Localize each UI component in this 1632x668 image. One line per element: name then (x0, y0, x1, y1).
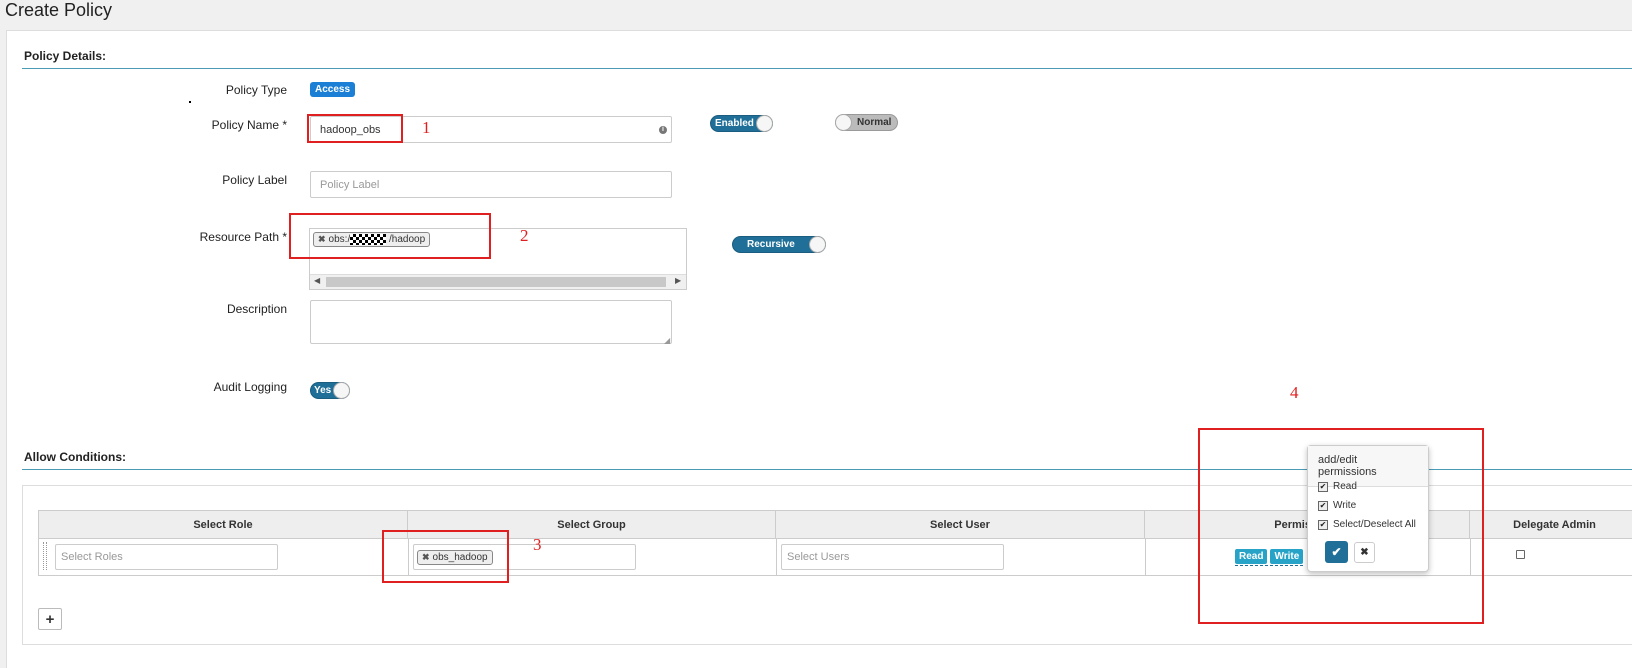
audit-logging-label: Audit Logging (213, 380, 287, 394)
recursive-toggle[interactable]: Recursive (732, 236, 826, 253)
select-users-placeholder: Select Users (787, 551, 850, 563)
column-header-role: Select Role (39, 511, 408, 538)
stray-dot (189, 101, 191, 103)
annotation-number-4: 4 (1290, 383, 1299, 402)
normal-toggle-label: Normal (857, 117, 892, 128)
scroll-right-icon[interactable]: ▶ (675, 276, 681, 285)
toggle-knob (835, 114, 852, 131)
policy-label-placeholder: Policy Label (320, 178, 380, 191)
page-title: Create Policy (5, 0, 113, 20)
cell-divider (1145, 538, 1146, 576)
resource-path-label: Resource Path * (199, 230, 287, 244)
annotation-number-1: 1 (422, 118, 431, 137)
policy-name-label: Policy Name * (211, 118, 287, 132)
column-header-user: Select User (776, 511, 1145, 538)
policy-details-divider (22, 68, 1632, 69)
add-condition-button[interactable]: + (38, 608, 62, 630)
policy-label-input[interactable]: Policy Label (310, 171, 672, 198)
select-roles-placeholder: Select Roles (61, 551, 123, 563)
audit-logging-toggle-label: Yes (314, 385, 332, 396)
delegate-admin-checkbox[interactable] (1516, 550, 1525, 559)
policy-details-title: Policy Details: (24, 49, 107, 63)
toggle-knob (809, 236, 826, 253)
toggle-knob (756, 115, 773, 132)
horizontal-scrollbar[interactable]: ◀ ▶ (310, 274, 686, 289)
resize-handle-icon[interactable]: ◢ (664, 336, 670, 345)
description-label: Description (226, 302, 287, 316)
annotation-box-2 (289, 213, 491, 259)
annotation-box-4 (1198, 428, 1484, 624)
policy-label-label: Policy Label (222, 173, 287, 187)
annotation-box-1 (307, 114, 403, 143)
enabled-toggle[interactable]: Enabled (710, 115, 773, 132)
annotation-box-3 (382, 530, 509, 583)
recursive-toggle-label: Recursive (747, 239, 795, 250)
annotation-number-2: 2 (520, 226, 529, 245)
select-roles-input[interactable]: Select Roles (55, 544, 278, 570)
normal-toggle[interactable]: Normal (835, 114, 898, 131)
drag-handle[interactable] (43, 542, 47, 570)
column-header-delegate-admin: Delegate Admin (1470, 511, 1632, 538)
cell-divider (776, 538, 777, 576)
audit-logging-toggle[interactable]: Yes (310, 382, 350, 399)
policy-type-badge: Access (310, 82, 356, 97)
toggle-knob (333, 382, 350, 399)
info-icon: i (659, 126, 667, 134)
select-users-input[interactable]: Select Users (781, 544, 1004, 570)
policy-type-label: Policy Type (225, 83, 287, 97)
scroll-left-icon[interactable]: ◀ (314, 276, 320, 285)
allow-conditions-title: Allow Conditions: (24, 450, 126, 464)
description-textarea[interactable] (310, 300, 672, 344)
annotation-number-3: 3 (533, 535, 542, 554)
scroll-thumb[interactable] (326, 277, 666, 287)
enabled-toggle-label: Enabled (715, 118, 754, 129)
